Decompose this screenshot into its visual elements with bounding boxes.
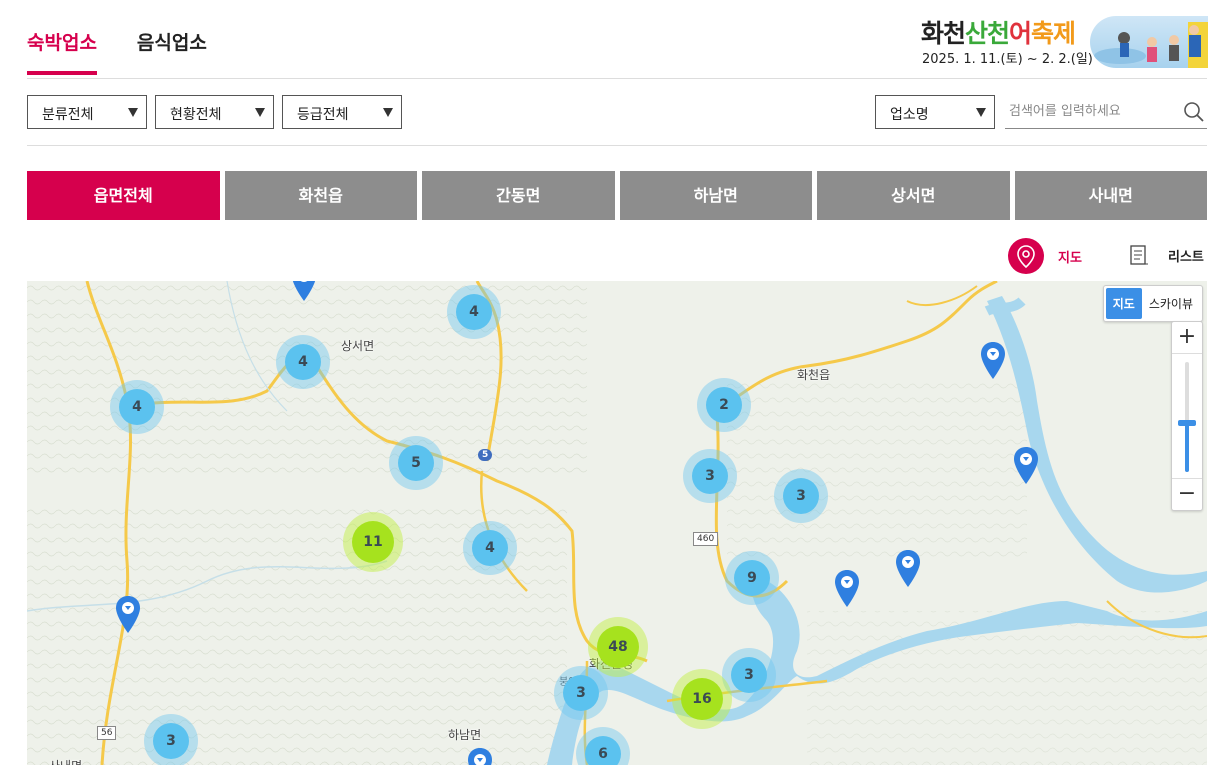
map-pin-icon (1008, 238, 1044, 274)
tab-restaurants[interactable]: 음식업소 (137, 28, 207, 75)
dropdown-arrow-icon (383, 108, 393, 117)
zoom-control: + − (1171, 321, 1203, 511)
map-type-control: 지도 스카이뷰 (1102, 285, 1203, 322)
cluster-count: 3 (705, 468, 715, 484)
zoom-in-button[interactable]: + (1172, 322, 1202, 354)
cluster-count: 4 (469, 304, 479, 320)
cluster-marker[interactable]: 4 (110, 380, 164, 434)
search-bar: 업소명 (875, 95, 1207, 129)
cluster-count: 2 (719, 397, 729, 413)
search-input[interactable] (1005, 95, 1207, 129)
road-number-badge: 460 (693, 532, 719, 546)
district-tabs: 읍면전체 화천읍 간동면 하남면 상서면 사내면 (27, 171, 1207, 220)
map-view-label: 지도 (1058, 250, 1082, 266)
cluster-count: 4 (485, 540, 495, 556)
festival-illustration (1090, 16, 1208, 68)
cluster-marker[interactable]: 3 (774, 469, 828, 523)
cluster-count: 3 (796, 488, 806, 504)
location-marker-icon[interactable] (980, 341, 1006, 381)
cluster-count: 4 (132, 399, 142, 415)
road-number-badge: 5 (478, 449, 493, 461)
cluster-marker-large[interactable]: 16 (672, 669, 732, 729)
tab-hanam-myeon[interactable]: 하남면 (619, 171, 812, 220)
map-view-toggle[interactable]: 지도 (1008, 238, 1082, 274)
search-icon[interactable] (1183, 101, 1205, 123)
zoom-out-button[interactable]: − (1172, 478, 1202, 510)
zoom-slider-track[interactable] (1185, 362, 1189, 472)
divider (27, 78, 1207, 79)
search-field-value: 업소명 (890, 107, 929, 123)
cluster-marker[interactable]: 3 (554, 666, 608, 720)
status-select-value: 현황전체 (170, 107, 222, 123)
cluster-count: 3 (744, 667, 754, 683)
location-marker-icon[interactable] (467, 747, 493, 765)
dropdown-arrow-icon (255, 108, 265, 117)
grade-select-value: 등급전체 (297, 107, 349, 123)
cluster-count: 3 (166, 733, 176, 749)
festival-banner[interactable]: 화천산천어축제 2025. 1. 11.(토) ~ 2. 2.(일) (918, 14, 1208, 72)
location-marker-icon[interactable] (834, 569, 860, 609)
festival-title: 화천산천어축제 (921, 14, 1076, 50)
tab-gandong-myeon[interactable]: 간동면 (422, 171, 615, 220)
location-marker-icon[interactable] (895, 549, 921, 589)
festival-date: 2025. 1. 11.(토) ~ 2. 2.(일) (922, 52, 1093, 67)
tab-all-districts[interactable]: 읍면전체 (27, 171, 220, 220)
zoom-slider-handle[interactable] (1178, 419, 1196, 426)
category-select[interactable]: 분류전체 (27, 95, 147, 129)
tab-sanae-myeon[interactable]: 사내면 (1014, 171, 1207, 220)
map-terrain (27, 281, 1207, 765)
cluster-marker-large[interactable]: 11 (343, 512, 403, 572)
place-label-sanae: 사내면 (49, 757, 82, 765)
location-marker-icon[interactable] (1013, 446, 1039, 486)
festival-title-part: 축제 (1031, 19, 1076, 48)
category-select-value: 분류전체 (42, 107, 94, 123)
search-field-select[interactable]: 업소명 (875, 95, 995, 129)
cluster-count: 9 (747, 570, 757, 586)
dropdown-arrow-icon (128, 108, 138, 117)
place-label-sangseo: 상서면 (341, 339, 375, 353)
cluster-marker[interactable]: 3 (144, 714, 198, 765)
zoom-slider-fill (1185, 422, 1189, 472)
cluster-count: 16 (692, 691, 712, 707)
road-number-badge: 56 (97, 726, 117, 740)
cluster-marker[interactable]: 3 (683, 449, 737, 503)
cluster-marker[interactable]: 4 (447, 285, 501, 339)
festival-title-part: 산천 (965, 19, 1010, 48)
dropdown-arrow-icon (976, 108, 986, 117)
status-select[interactable]: 현황전체 (155, 95, 274, 129)
list-view-label: 리스트 (1168, 249, 1204, 265)
cluster-count: 48 (608, 639, 628, 655)
map-type-roadmap-button[interactable]: 지도 (1105, 288, 1142, 319)
list-document-icon (1130, 245, 1148, 265)
cluster-count: 4 (298, 354, 308, 370)
list-view-toggle[interactable]: 리스트 (1128, 244, 1204, 266)
cluster-marker-large[interactable]: 48 (588, 617, 648, 677)
grade-select[interactable]: 등급전체 (282, 95, 402, 129)
tab-lodging[interactable]: 숙박업소 (27, 28, 97, 75)
cluster-marker[interactable]: 4 (276, 335, 330, 389)
location-marker-icon[interactable] (115, 595, 141, 635)
festival-title-part: 화천 (921, 19, 966, 48)
cluster-marker[interactable]: 2 (697, 378, 751, 432)
cluster-count: 5 (411, 455, 421, 471)
map-canvas[interactable]: 상서면 화천읍 화천군청 붕어섬 하남면 사내면 5 460 56 4 4 4 … (27, 281, 1207, 765)
tab-hwacheon-eup[interactable]: 화천읍 (224, 171, 417, 220)
festival-title-part: 어 (1009, 19, 1032, 48)
cluster-marker[interactable]: 9 (725, 551, 779, 605)
cluster-count: 3 (576, 685, 586, 701)
business-type-tabs: 숙박업소 음식업소 (27, 28, 207, 75)
filter-bar: 분류전체 현황전체 등급전체 (27, 95, 402, 129)
cluster-count: 11 (363, 534, 383, 550)
place-label-hanam: 하남면 (448, 728, 482, 742)
place-label-hwacheon: 화천읍 (797, 368, 831, 382)
cluster-count: 6 (598, 746, 608, 762)
cluster-marker[interactable]: 5 (389, 436, 443, 490)
location-marker-icon[interactable] (291, 281, 317, 303)
divider (27, 145, 1207, 146)
cluster-marker[interactable]: 4 (463, 521, 517, 575)
tab-sangseo-myeon[interactable]: 상서면 (817, 171, 1010, 220)
map-type-skyview-button[interactable]: 스카이뷰 (1142, 288, 1200, 319)
accommodation-map-page: 숙박업소 음식업소 화천산천어축제 2025. 1. 11.(토) ~ 2. 2… (0, 0, 1217, 765)
